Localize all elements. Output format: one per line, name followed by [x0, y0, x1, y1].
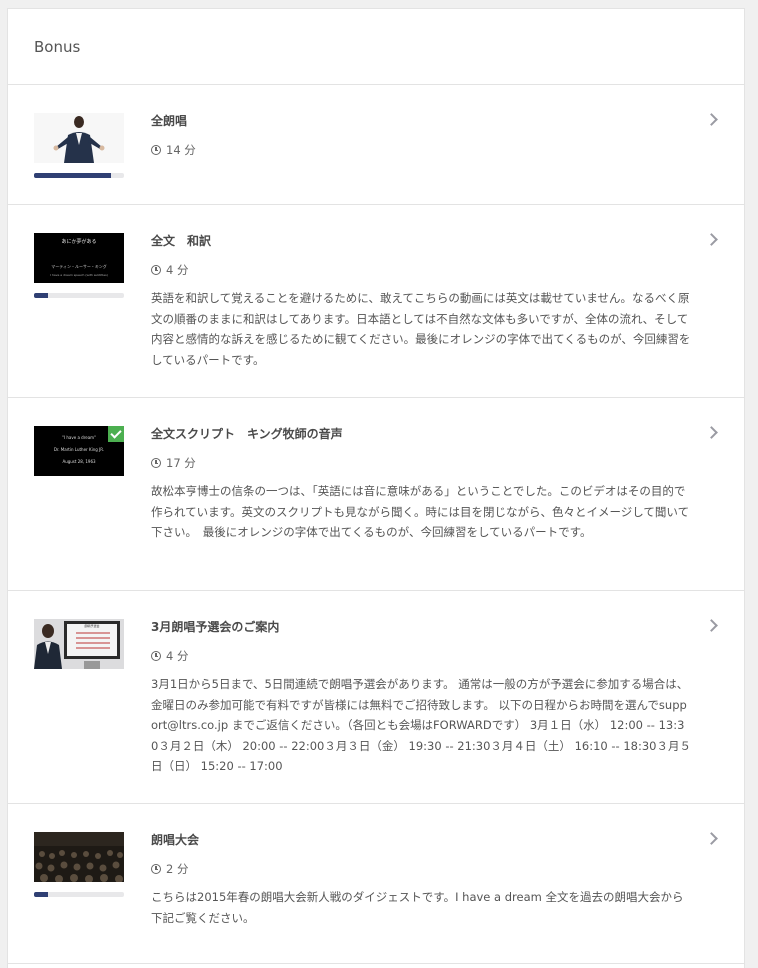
duration-text: 14 分	[166, 143, 196, 157]
clock-icon	[151, 651, 161, 661]
chevron-right-icon[interactable]	[705, 233, 718, 246]
lesson-duration: 14 分	[151, 142, 704, 158]
lesson-title[interactable]: 全朗唱	[151, 113, 704, 129]
lesson-item[interactable]: 全朗唱 14 分	[8, 85, 744, 205]
thumb-caption: August 28, 1963	[62, 459, 96, 464]
duration-text: 4 分	[166, 649, 189, 663]
chevron-right-icon[interactable]	[705, 832, 718, 845]
completed-check-icon	[108, 426, 124, 442]
speaker-image	[34, 113, 124, 163]
lesson-title[interactable]: 3月朗唱予選会のご案内	[151, 619, 704, 635]
duration-text: 17 分	[166, 456, 196, 470]
thumb-caption: 朗唱予選会	[84, 624, 100, 628]
bonus-section: Bonus 全朗唱 14 分 あにか夢がある マーティン・ルーサー・キング I …	[7, 8, 745, 968]
section-title: Bonus	[34, 37, 81, 56]
thumb-caption: あにか夢がある	[61, 239, 97, 245]
chevron-right-icon[interactable]	[705, 619, 718, 632]
lesson-description: 故松本亨博士の信条の一つは、「英語には音に意味がある」ということでした。このビデ…	[151, 484, 690, 539]
progress-bar	[34, 293, 124, 298]
lesson-thumbnail: あにか夢がある マーティン・ルーサー・キング I have a dream sp…	[34, 233, 124, 283]
thumb-caption: マーティン・ルーサー・キング	[51, 264, 107, 269]
lesson-duration: 4 分	[151, 262, 704, 278]
lesson-title[interactable]: 朗唱大会	[151, 832, 704, 848]
lesson-item[interactable]: あにか夢がある マーティン・ルーサー・キング I have a dream sp…	[8, 205, 744, 398]
progress-fill	[34, 173, 111, 178]
lesson-thumbnail	[34, 832, 124, 882]
progress-fill	[34, 892, 48, 897]
lesson-item[interactable]: 朗唱大会 2 分 こちらは2015年春の朗唱大会新人戦のダイジェストです。I h…	[8, 804, 744, 964]
progress-bar	[34, 173, 124, 178]
lesson-duration: 17 分	[151, 455, 704, 471]
chevron-right-icon[interactable]	[705, 113, 718, 126]
clock-icon	[151, 265, 161, 275]
lesson-item[interactable]: "I have a dream" Dr. Martin Luther King …	[8, 398, 744, 591]
lesson-duration: 2 分	[151, 861, 704, 877]
lesson-thumbnail: 朗唱予選会	[34, 619, 124, 669]
lesson-thumbnail	[34, 113, 124, 163]
clock-icon	[151, 864, 161, 874]
lesson-title[interactable]: 全文 和訳	[151, 233, 704, 249]
duration-text: 2 分	[166, 862, 189, 876]
lesson-thumbnail: "I have a dream" Dr. Martin Luther King …	[34, 426, 124, 476]
section-header: Bonus	[8, 9, 744, 85]
thumb-caption: Dr. Martin Luther King JR.	[53, 447, 105, 452]
progress-fill	[34, 293, 48, 298]
duration-text: 4 分	[166, 263, 189, 277]
lesson-description: こちらは2015年春の朗唱大会新人戦のダイジェストです。I have a dre…	[151, 890, 684, 925]
lesson-title[interactable]: 全文スクリプト キング牧師の音声	[151, 426, 704, 442]
thumb-caption: I have a dream speech (with subtitles)	[50, 273, 108, 277]
lesson-duration: 4 分	[151, 648, 704, 664]
progress-bar	[34, 892, 124, 897]
clock-icon	[151, 145, 161, 155]
clock-icon	[151, 458, 161, 468]
lesson-description: 英語を和訳して覚えることを避けるために、敢えてこちらの動画には英文は載せていませ…	[151, 291, 691, 367]
chevron-right-icon[interactable]	[705, 426, 718, 439]
audience-image	[34, 832, 124, 882]
lesson-description: 3月1日から5日まで、5日間連続で朗唱予選会があります。 通常は一般の方が予選会…	[151, 677, 691, 773]
lesson-item[interactable]: 朗唱予選会 3月朗唱予選会のご案内 4 分 3月1日から5日まで、5日間連続で朗…	[8, 591, 744, 804]
